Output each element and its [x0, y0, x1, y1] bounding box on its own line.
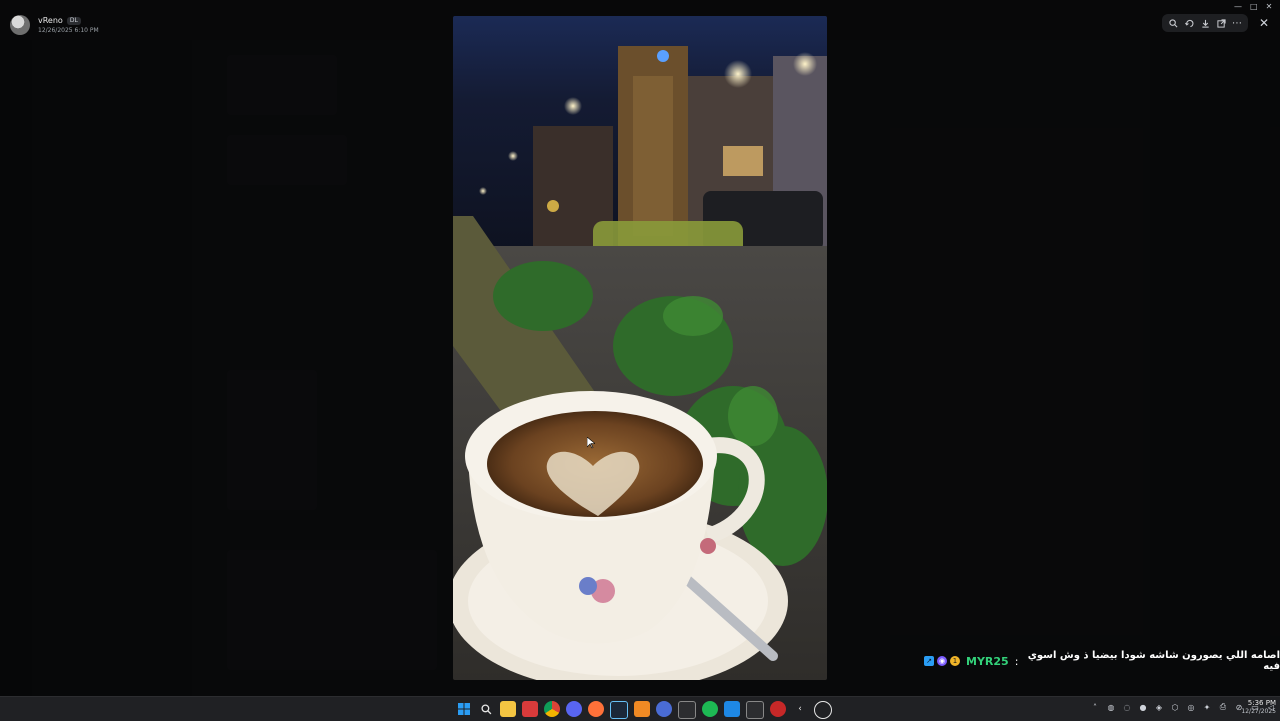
- rotate-icon[interactable]: [1182, 16, 1196, 30]
- app-orange-icon[interactable]: [634, 701, 650, 717]
- tray-app-icon[interactable]: ✦: [1202, 702, 1212, 712]
- arrow-badge-icon: ↗: [924, 656, 934, 666]
- firefox-icon[interactable]: [588, 701, 604, 717]
- zoom-icon[interactable]: [1166, 16, 1180, 30]
- taskbar-apps: ‹: [456, 701, 832, 719]
- message-timestamp: 12/26/2025 6:10 PM: [38, 26, 99, 34]
- author-badge: DL: [66, 16, 81, 25]
- spotify-icon[interactable]: [702, 701, 718, 717]
- window-close-icon[interactable]: ✕: [1266, 2, 1273, 11]
- maximize-icon[interactable]: □: [1250, 2, 1258, 11]
- lightbox-image[interactable]: [453, 16, 827, 680]
- tray-app-icon[interactable]: ◌: [1122, 702, 1132, 712]
- clock-date: 12/27/2025: [1241, 708, 1276, 715]
- number-one-badge-icon: 1: [950, 656, 960, 666]
- download-icon[interactable]: [1198, 16, 1212, 30]
- search-icon[interactable]: [478, 701, 494, 717]
- steam-icon[interactable]: [610, 701, 628, 719]
- stream-chat-overlay: ↗ ◉ 1 MYR25 : اصامه اللي يصورون شاشه شود…: [924, 650, 1280, 672]
- app-back-icon[interactable]: ‹: [792, 701, 808, 717]
- window-controls: — □ ✕: [1234, 2, 1272, 11]
- tray-app-icon[interactable]: ⬡: [1170, 702, 1180, 712]
- chrome-icon[interactable]: [544, 701, 560, 717]
- coffee-cup-photo: [453, 16, 827, 680]
- location-badge-icon: ◉: [937, 656, 947, 666]
- toolbar-group: ⋯: [1162, 14, 1248, 32]
- app-terminal-icon[interactable]: [746, 701, 764, 719]
- file-explorer-icon[interactable]: [500, 701, 516, 717]
- app-circle-icon[interactable]: [814, 701, 832, 719]
- viewer-author: vReno DL 12/26/2025 6:10 PM: [10, 15, 99, 35]
- app-grid-icon[interactable]: [678, 701, 696, 719]
- app-blue2-icon[interactable]: [724, 701, 740, 717]
- chevron-up-icon[interactable]: ˄: [1090, 702, 1100, 712]
- overlay-badges: ↗ ◉ 1: [924, 656, 960, 666]
- overlay-separator: :: [1014, 654, 1019, 668]
- avatar[interactable]: [10, 15, 30, 35]
- app-blue-icon[interactable]: [656, 701, 672, 717]
- overlay-username: MYR25: [966, 654, 1009, 668]
- tray-app-icon[interactable]: ◍: [1106, 702, 1116, 712]
- clock-time: 5:36 PM: [1247, 699, 1276, 707]
- viewer-toolbar: ⋯ ✕: [1162, 14, 1272, 32]
- taskbar-clock[interactable]: 5:36 PM 12/27/2025: [1236, 700, 1276, 715]
- author-username[interactable]: vReno: [38, 16, 63, 25]
- app-red2-icon[interactable]: [770, 701, 786, 717]
- overlay-message-text: اصامه اللي يصورون شاشه شودا بيضيا ذ وش ا…: [1027, 650, 1280, 672]
- taskbar: ‹ ˄ ◍ ◌ ● ◈ ⬡ ◎ ✦ ⎙ ⊘ ▭ ◁ 5:36 PM 12/27/…: [0, 696, 1280, 721]
- windows-icon[interactable]: [456, 701, 472, 717]
- more-icon[interactable]: ⋯: [1230, 16, 1244, 30]
- discord-tray-icon[interactable]: ◈: [1154, 702, 1164, 712]
- close-icon[interactable]: ✕: [1256, 15, 1272, 31]
- app-red-icon[interactable]: [522, 701, 538, 717]
- discord-icon[interactable]: [566, 701, 582, 717]
- tray-app-icon[interactable]: ●: [1138, 702, 1148, 712]
- microphone-icon[interactable]: ⎙: [1218, 702, 1228, 712]
- mouse-cursor-icon: [587, 437, 595, 449]
- tray-app-icon[interactable]: ◎: [1186, 702, 1196, 712]
- minimize-icon[interactable]: —: [1234, 2, 1242, 11]
- open-external-icon[interactable]: [1214, 16, 1228, 30]
